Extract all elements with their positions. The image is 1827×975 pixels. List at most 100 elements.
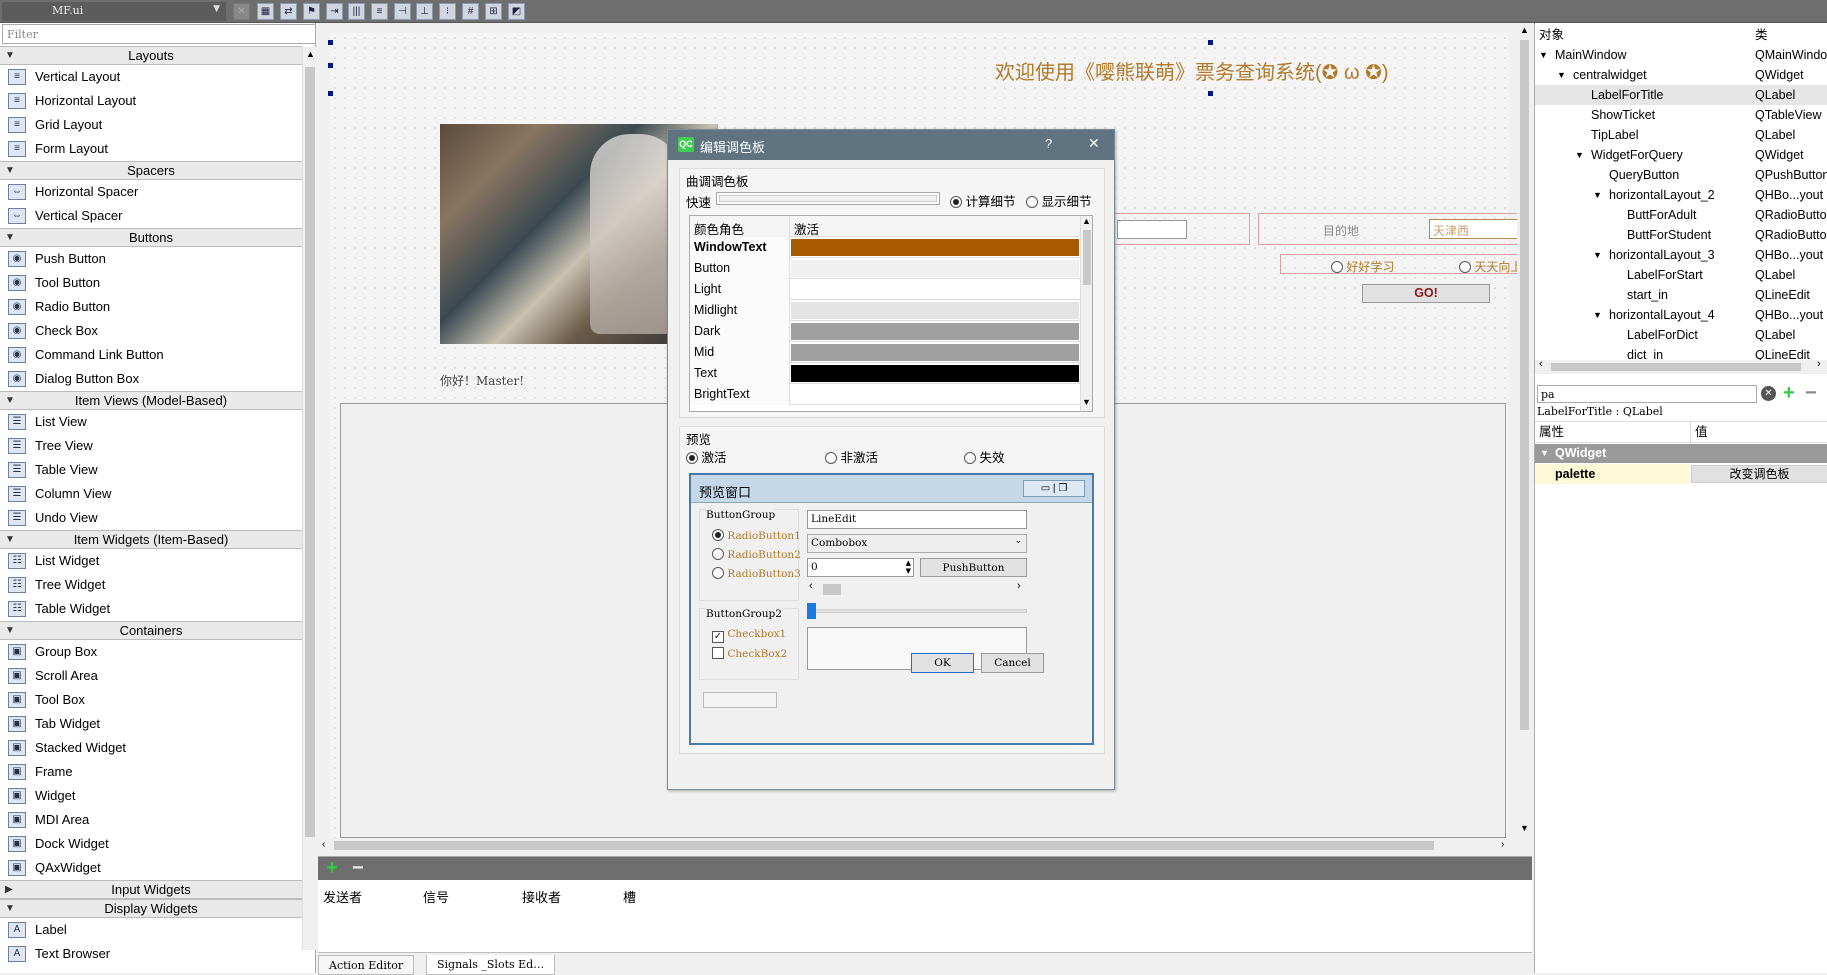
preview-slider-handle[interactable] <box>807 603 816 619</box>
role-color-swatch[interactable] <box>791 344 1079 361</box>
chevron-down-icon[interactable]: ▼ <box>1557 65 1566 85</box>
calc-detail-radio[interactable]: 计算细节 <box>950 191 1016 210</box>
scrollbar-thumb[interactable] <box>1083 230 1091 285</box>
chevron-up-icon[interactable]: ▲ <box>1520 25 1529 35</box>
chevron-right-icon[interactable]: › <box>1817 358 1821 370</box>
widget-item[interactable]: ▣ Scroll Area <box>0 664 302 688</box>
widget-item[interactable]: ☰ Tree View <box>0 434 302 458</box>
spin-arrows-icon[interactable]: ▲ ▼ <box>906 559 911 575</box>
chevron-up-icon[interactable]: ▲ <box>1082 216 1091 226</box>
scrollbar-thumb[interactable] <box>305 67 315 837</box>
role-color-swatch[interactable] <box>791 260 1079 277</box>
widget-item[interactable]: ◉ Radio Button <box>0 295 302 319</box>
radio-indicator[interactable] <box>964 452 976 464</box>
role-color-swatch[interactable] <box>791 239 1079 256</box>
chevron-down-icon[interactable]: ▼ <box>1540 444 1549 463</box>
widget-item[interactable]: ☰ Column View <box>0 482 302 506</box>
widget-item[interactable]: ▣ QAxWidget <box>0 856 302 880</box>
widget-item[interactable]: ☰ Table View <box>0 458 302 482</box>
chevron-left-icon[interactable]: ‹ <box>1539 358 1543 370</box>
widget-item[interactable]: ☰ Undo View <box>0 506 302 530</box>
widget-item[interactable]: ⇔ Vertical Spacer <box>0 204 302 228</box>
widget-item[interactable]: ≡ Grid Layout <box>0 113 302 137</box>
widget-category[interactable]: ▶ Input Widgets <box>0 880 302 899</box>
widget-category[interactable]: ▼ Display Widgets <box>0 899 302 918</box>
layout-v-splitter-icon[interactable]: ⊥ <box>416 3 433 20</box>
edit-buddies-icon[interactable]: ⚑ <box>303 3 320 20</box>
widget-item[interactable]: ▣ Widget <box>0 784 302 808</box>
color-role-row[interactable]: Button <box>690 258 1080 279</box>
selection-handle[interactable] <box>328 40 333 45</box>
dest-layout-box[interactable]: 目的地 天津西 <box>1258 213 1519 245</box>
chevron-down-icon[interactable]: ▼ <box>1593 185 1602 205</box>
clear-filter-icon[interactable]: ✕ <box>1761 386 1776 401</box>
remove-property-icon[interactable]: − <box>1805 382 1817 405</box>
preview-active-radio[interactable]: 激活 <box>686 447 727 466</box>
color-role-row[interactable]: WindowText <box>690 237 1080 258</box>
selection-handle[interactable] <box>328 63 333 68</box>
preview-combobox[interactable]: Combobox ⌄ <box>807 534 1027 553</box>
chevron-down-icon[interactable]: ▼ <box>1593 245 1602 265</box>
remove-connection-icon[interactable]: − <box>352 857 364 879</box>
chevron-down-icon[interactable]: ▼ <box>5 229 15 246</box>
edit-widgets-icon[interactable]: ▦ <box>257 3 274 20</box>
widget-item[interactable]: ≡ Horizontal Layout <box>0 89 302 113</box>
preview-inactive-radio[interactable]: 非激活 <box>825 447 878 466</box>
query-button[interactable]: GO! <box>1362 284 1490 303</box>
radio-indicator[interactable] <box>1026 196 1038 208</box>
chevron-down-icon[interactable]: ▼ <box>1575 145 1584 165</box>
file-combo[interactable]: MF.ui ▼ <box>2 2 226 21</box>
widget-item[interactable]: ▣ Tool Box <box>0 688 302 712</box>
chevron-up-icon[interactable]: ▲ <box>306 49 315 59</box>
chevron-down-icon[interactable]: ▼ <box>1593 305 1602 325</box>
color-role-row[interactable]: BrightText <box>690 384 1080 405</box>
ok-button[interactable]: OK <box>911 653 974 673</box>
preview-disabled-radio[interactable]: 失效 <box>964 447 1005 466</box>
property-row-palette[interactable]: palette 改变调色板 <box>1535 464 1827 484</box>
widget-category[interactable]: ▼ Item Views (Model-Based) <box>0 391 302 410</box>
chevron-right-icon[interactable]: › <box>1017 580 1021 592</box>
widget-category[interactable]: ▼ Layouts <box>0 46 302 65</box>
widget-item[interactable]: A Text Browser <box>0 942 302 966</box>
object-tree-row[interactable]: ▼ centralwidget QWidget <box>1535 65 1827 85</box>
widget-category[interactable]: ▼ Spacers <box>0 161 302 180</box>
col-signal[interactable]: 信号 <box>423 887 449 906</box>
selection-handle[interactable] <box>1208 40 1213 45</box>
close-form-icon[interactable]: ✕ <box>233 3 250 20</box>
widget-item[interactable]: ◉ Command Link Button <box>0 343 302 367</box>
dest-input[interactable]: 天津西 <box>1429 219 1519 239</box>
preview-radio[interactable]: RadioButton2 <box>712 548 801 561</box>
widget-item[interactable]: ◉ Dialog Button Box <box>0 367 302 391</box>
radio-layout-box[interactable]: 好好学习 天天向上 <box>1280 254 1522 274</box>
tab-action-editor[interactable]: Action Editor <box>318 955 415 975</box>
role-color-swatch[interactable] <box>791 302 1079 319</box>
widget-item[interactable]: ☰ List View <box>0 410 302 434</box>
check-icon[interactable] <box>712 647 724 659</box>
chevron-down-icon[interactable]: ▼ <box>1082 397 1091 407</box>
chevron-down-icon[interactable]: ▶ <box>5 881 13 898</box>
preview-scrollbar[interactable]: ‹ › <box>807 580 1027 597</box>
object-tree-row[interactable]: ▼ horizontalLayout_2 QHBo...yout <box>1535 185 1827 205</box>
color-role-row[interactable]: Light <box>690 279 1080 300</box>
chevron-down-icon[interactable]: ▼ <box>5 622 15 639</box>
minimize-icon[interactable]: ▭ <box>1041 483 1050 494</box>
widget-item[interactable]: ☷ Tree Widget <box>0 573 302 597</box>
chevron-down-icon[interactable]: ▼ <box>1539 45 1548 65</box>
title-label[interactable]: 欢迎使用《嘤熊联萌》票务查询系统(✪ ω ✪) <box>995 56 1389 85</box>
object-tree-row[interactable]: ShowTicket QTableView <box>1535 105 1827 125</box>
object-tree-row[interactable]: TipLabel QLabel <box>1535 125 1827 145</box>
check-icon[interactable]: ✓ <box>712 631 724 643</box>
preview-lineedit[interactable]: LineEdit <box>807 510 1027 529</box>
adult-radio[interactable] <box>1331 261 1343 273</box>
preview-spinbox[interactable]: 0 ▲ ▼ <box>807 558 914 577</box>
edit-signals-icon[interactable]: ⇄ <box>280 3 297 20</box>
widget-item[interactable]: ▣ Stacked Widget <box>0 736 302 760</box>
chevron-down-icon[interactable]: ▼ <box>5 162 15 179</box>
cancel-button[interactable]: Cancel <box>981 653 1044 673</box>
radio-indicator[interactable] <box>686 452 698 464</box>
edit-tab-order-icon[interactable]: ⇥ <box>326 3 343 20</box>
scrollbar-thumb[interactable] <box>823 584 841 595</box>
tab-signals-slots[interactable]: Signals _Slots Ed… <box>426 955 556 975</box>
student-radio[interactable] <box>1459 261 1471 273</box>
preview-checkbox[interactable]: CheckBox2 <box>712 647 787 660</box>
